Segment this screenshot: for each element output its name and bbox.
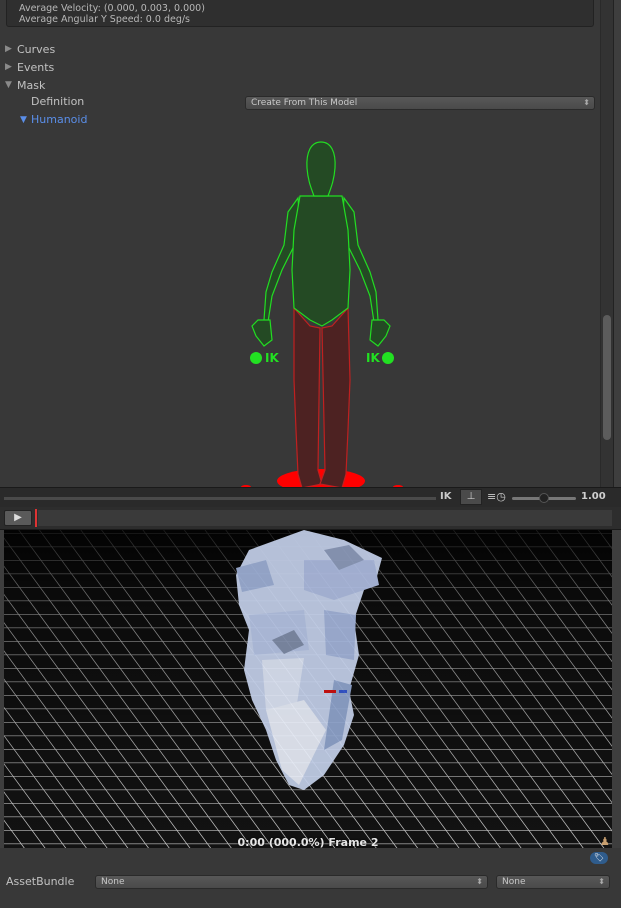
definition-dropdown-value: Create From This Model	[251, 98, 358, 108]
curves-foldout[interactable]: ▶ Curves	[5, 41, 55, 57]
right-ik-label: IK	[366, 351, 380, 365]
left-ik-label: IK	[265, 351, 279, 365]
speed-icon: ≡◷	[487, 490, 506, 503]
scrollbar-thumb[interactable]	[603, 315, 611, 440]
assetbundle-name-value: None	[101, 877, 125, 887]
preview-timeline-toolbar: ▶	[0, 507, 621, 530]
dropdown-arrow-icon: ⬍	[598, 877, 605, 886]
assetbundle-variant-dropdown[interactable]: None ⬍	[496, 875, 610, 889]
body-mask-part[interactable]	[291, 195, 351, 327]
inspector-scrollbar[interactable]	[600, 0, 613, 487]
preview-header-bar: IK ⊥ ≡◷ 1.00	[0, 487, 621, 508]
motion-info-box: Average Velocity: (0.000, 0.003, 0.000) …	[6, 0, 594, 27]
definition-label: Definition	[31, 95, 85, 108]
dropdown-arrow-icon: ⬍	[583, 98, 590, 107]
left-hand-ik-toggle[interactable]	[250, 352, 262, 364]
assetbundle-name-dropdown[interactable]: None ⬍	[95, 875, 488, 889]
preview-scene	[4, 530, 612, 848]
triangle-down-icon: ▼	[5, 80, 12, 90]
head-mask-part[interactable]	[306, 141, 336, 197]
preview-drag-handle[interactable]	[4, 497, 436, 500]
playback-speed-slider-thumb[interactable]	[539, 493, 549, 503]
left-hand-mask-part[interactable]	[251, 319, 273, 347]
events-foldout[interactable]: ▶ Events	[5, 59, 54, 75]
ik-toggle-button[interactable]: IK	[440, 491, 451, 502]
mask-foldout-label: Mask	[17, 78, 46, 92]
events-foldout-label: Events	[17, 60, 55, 74]
right-hand-mask-part[interactable]	[369, 319, 391, 347]
definition-dropdown[interactable]: Create From This Model ⬍	[245, 96, 595, 110]
triangle-right-icon: ▶	[5, 62, 12, 72]
timeline-playhead[interactable]	[35, 509, 37, 527]
pivot-icon: ⊥	[466, 491, 476, 502]
playback-speed-value: 1.00	[581, 491, 606, 502]
humanoid-foldout[interactable]: ▼ Humanoid	[20, 113, 87, 126]
humanoid-foldout-label: Humanoid	[31, 113, 88, 126]
tag-icon[interactable]: 🏷	[590, 852, 608, 864]
play-icon: ▶	[14, 512, 22, 523]
play-button[interactable]: ▶	[4, 510, 32, 526]
assetbundle-row: AssetBundle None ⬍ None ⬍	[0, 872, 621, 892]
animation-import-inspector: Average Velocity: (0.000, 0.003, 0.000) …	[0, 0, 621, 908]
dropdown-arrow-icon: ⬍	[476, 877, 483, 886]
triangle-down-icon: ▼	[20, 114, 27, 125]
right-leg-mask-part[interactable]	[319, 306, 351, 488]
assetbundle-label: AssetBundle	[6, 875, 75, 888]
humanoid-mask-figure: IK IK	[241, 141, 403, 488]
left-leg-mask-part[interactable]	[293, 306, 323, 488]
preview-time-label: 0:00 (000.0%) Frame 2	[237, 836, 379, 848]
assetbundle-variant-value: None	[502, 877, 526, 887]
pivot-toggle-button[interactable]: ⊥	[460, 489, 482, 505]
timeline-scrubber[interactable]	[38, 510, 612, 526]
average-angular-speed-text: Average Angular Y Speed: 0.0 deg/s	[19, 14, 190, 25]
inspector-panel: Average Velocity: (0.000, 0.003, 0.000) …	[0, 0, 614, 488]
right-hand-ik-toggle[interactable]	[382, 352, 394, 364]
mask-foldout[interactable]: ▼ Mask	[5, 77, 45, 93]
animation-preview-viewport[interactable]: 0:00 (000.0%) Frame 2 ♟	[4, 530, 612, 848]
triangle-right-icon: ▶	[5, 44, 12, 54]
average-velocity-text: Average Velocity: (0.000, 0.003, 0.000)	[19, 3, 205, 14]
curves-foldout-label: Curves	[17, 42, 56, 56]
avatar-icon[interactable]: ♟	[600, 835, 610, 848]
